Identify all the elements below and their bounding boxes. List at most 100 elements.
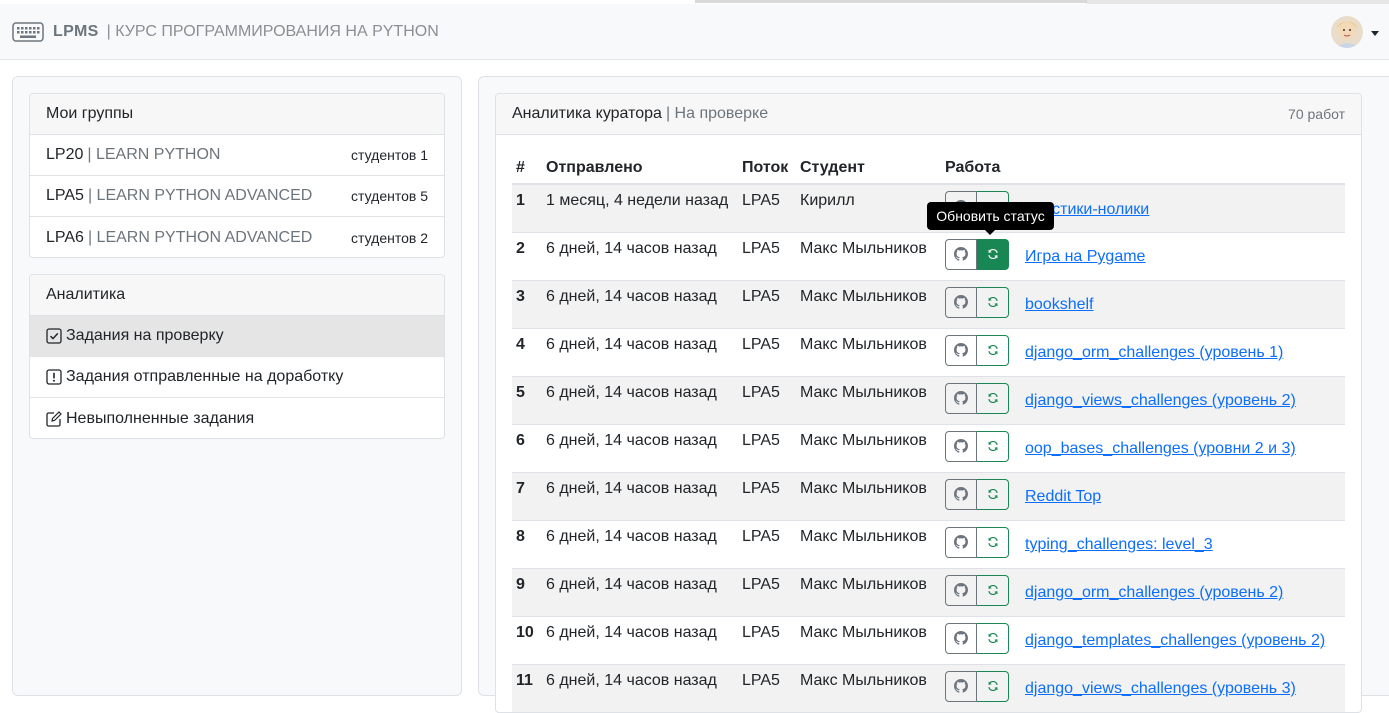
group-code: LPA5 xyxy=(46,187,84,204)
analytics-item-unfinished[interactable]: Невыполненные задания xyxy=(30,398,444,438)
avatar-image xyxy=(1331,16,1363,48)
brand[interactable]: LPMS | КУРС ПРОГРАММИРОВАНИЯ НА PYTHON xyxy=(12,22,439,42)
github-icon xyxy=(954,535,968,549)
github-button[interactable] xyxy=(945,430,977,462)
row-sent: 6 дней, 14 часов назад xyxy=(542,423,738,472)
work-link[interactable]: django_orm_challenges (уровень 2) xyxy=(1025,584,1283,602)
group-code: LPA6 xyxy=(46,228,84,246)
work-button-group xyxy=(945,670,1009,702)
analytics-item-returned[interactable]: Задания отправленные на доработку xyxy=(30,357,444,398)
row-num: 4 xyxy=(512,327,542,376)
table-row: 36 дней, 14 часов назад LPA5 Макс Мыльнико… xyxy=(512,279,1345,328)
row-sent: 6 дней, 14 часов назад xyxy=(542,231,738,280)
groups-card-header: Мои группы xyxy=(30,94,444,135)
row-stream: LPA5 xyxy=(738,183,796,232)
row-student: Макс Мыльников xyxy=(796,375,941,424)
refresh-icon xyxy=(987,488,998,500)
github-button[interactable] xyxy=(945,622,977,654)
github-button[interactable] xyxy=(945,238,977,270)
row-student: Макс Мыльников xyxy=(796,327,941,376)
curator-subtitle: | На проверке xyxy=(665,105,769,122)
row-student: Макс Мыльников xyxy=(796,423,941,472)
work-link[interactable]: django_views_challenges (уровень 2) xyxy=(1025,392,1296,410)
github-icon xyxy=(954,247,968,261)
refresh-status-button[interactable] xyxy=(977,382,1009,414)
row-student: Макс Мыльников xyxy=(796,615,941,664)
github-button[interactable] xyxy=(945,574,977,606)
chevron-down-icon[interactable] xyxy=(1371,31,1379,36)
work-button-group xyxy=(945,478,1009,510)
github-button[interactable] xyxy=(945,286,977,318)
row-num: 2 xyxy=(512,231,542,280)
brand-name[interactable]: LPMS xyxy=(53,23,99,41)
work-link[interactable]: Reddit Top xyxy=(1025,488,1101,506)
analytics-item-review[interactable]: Задания на проверку xyxy=(30,316,444,357)
work-button-group xyxy=(945,526,1009,558)
work-link[interactable]: oop_bases_challenges (уровни 2 и 3) xyxy=(1025,440,1296,458)
refresh-status-button[interactable] xyxy=(977,622,1009,654)
row-work: typing_challenges: level_3 xyxy=(941,519,1345,568)
refresh-icon xyxy=(987,344,998,356)
row-sent: 6 дней, 14 часов назад xyxy=(542,375,738,424)
check-square-icon xyxy=(46,328,62,344)
work-button-group xyxy=(945,574,1009,606)
work-link[interactable]: django_views_challenges (уровень 3) xyxy=(1025,680,1296,698)
refresh-status-button[interactable] xyxy=(977,286,1009,318)
work-link[interactable]: Игра на Pygame xyxy=(1025,248,1145,266)
row-sent: 6 дней, 14 часов назад xyxy=(542,567,738,616)
navbar: LPMS | КУРС ПРОГРАММИРОВАНИЯ НА PYTHON xyxy=(0,4,1389,60)
github-button[interactable] xyxy=(945,670,977,702)
work-link[interactable]: django_orm_challenges (уровень 1) xyxy=(1025,344,1283,362)
github-button[interactable] xyxy=(945,382,977,414)
works-table: # Отправлено Поток Студент Работа 11 мес… xyxy=(512,152,1345,712)
row-num: 1 xyxy=(512,183,542,232)
row-student: Кирилл xyxy=(796,183,941,232)
row-sent: 6 дней, 14 часов назад xyxy=(542,663,738,712)
row-work: oop_bases_challenges (уровни 2 и 3) xyxy=(941,423,1345,472)
github-button[interactable] xyxy=(945,334,977,366)
work-link[interactable]: typing_challenges: level_3 xyxy=(1025,536,1213,554)
group-name: | LEARN PYTHON xyxy=(87,146,221,163)
group-item-lp20[interactable]: LP20 | LEARN PYTHON студентов 1 xyxy=(30,135,444,176)
github-icon xyxy=(954,487,968,501)
row-work: bookshelf xyxy=(941,279,1345,328)
row-stream: LPA5 xyxy=(738,375,796,424)
table-row: 86 дней, 14 часов назад LPA5 Макс Мыльнико… xyxy=(512,519,1345,568)
row-sent: 6 дней, 14 часов назад xyxy=(542,471,738,520)
row-student: Макс Мыльников xyxy=(796,279,941,328)
refresh-status-button[interactable] xyxy=(977,334,1009,366)
refresh-status-button[interactable] xyxy=(977,670,1009,702)
refresh-icon xyxy=(987,392,998,404)
row-num: 9 xyxy=(512,567,542,616)
row-num: 3 xyxy=(512,279,542,328)
user-avatar[interactable] xyxy=(1331,16,1363,48)
refresh-status-button[interactable] xyxy=(977,478,1009,510)
row-student: Макс Мыльников xyxy=(796,519,941,568)
github-button[interactable] xyxy=(945,478,977,510)
github-button[interactable] xyxy=(945,526,977,558)
analytics-item-label: Задания отправленные на доработку xyxy=(66,368,344,385)
refresh-status-button[interactable] xyxy=(977,430,1009,462)
github-icon xyxy=(954,631,968,645)
work-button-group xyxy=(945,430,1009,462)
row-stream: LPA5 xyxy=(738,279,796,328)
refresh-status-button[interactable] xyxy=(977,574,1009,606)
curator-title: Аналитика куратора xyxy=(512,105,662,122)
work-link[interactable]: django_templates_challenges (уровень 2) xyxy=(1025,632,1325,650)
row-sent: 1 месяц, 4 недели назад xyxy=(542,183,738,232)
work-button-group xyxy=(945,238,1009,270)
refresh-icon xyxy=(987,632,998,644)
row-sent: 6 дней, 14 часов назад xyxy=(542,615,738,664)
group-item-lpa5[interactable]: LPA5 | LEARN PYTHON ADVANCED студентов 5 xyxy=(30,176,444,217)
row-num: 11 xyxy=(512,663,542,712)
work-link[interactable]: bookshelf xyxy=(1025,296,1094,314)
keyboard-icon xyxy=(12,22,44,42)
top-strip-segment xyxy=(695,0,1087,3)
row-stream: LPA5 xyxy=(738,327,796,376)
refresh-icon xyxy=(987,536,998,548)
group-item-lpa6[interactable]: LPA6 | LEARN PYTHON ADVANCED студентов 2 xyxy=(30,217,444,257)
group-count: студентов 5 xyxy=(351,188,428,204)
refresh-status-button[interactable] xyxy=(977,526,1009,558)
pencil-square-icon xyxy=(46,410,62,427)
refresh-status-button[interactable] xyxy=(977,238,1009,270)
